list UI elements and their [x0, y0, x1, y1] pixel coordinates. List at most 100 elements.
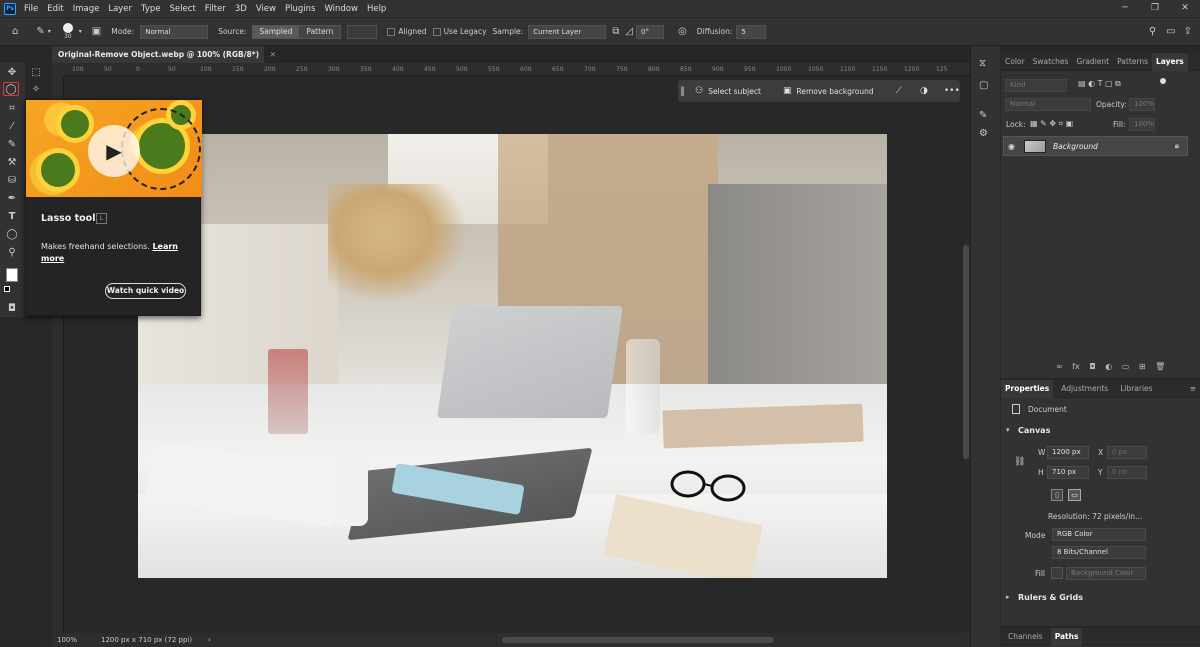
foreground-color-swatch[interactable] — [6, 268, 18, 282]
rulers-chevron-icon[interactable]: ▸ — [1006, 593, 1010, 601]
ignore-adjustment-icon[interactable]: ⧉ — [612, 26, 619, 37]
link-layers-icon[interactable]: ∞ — [1056, 362, 1063, 371]
zoom-tool-icon[interactable]: ⚲ — [4, 246, 20, 260]
tab-gradient[interactable]: Gradient — [1072, 53, 1113, 71]
brush-tool-icon[interactable]: ✎ — [4, 138, 20, 152]
x-input[interactable]: 0 px — [1107, 446, 1147, 459]
move-tool-icon[interactable]: ✥ — [4, 66, 20, 80]
portrait-orientation-icon[interactable]: ▯ — [1051, 489, 1063, 501]
menu-window[interactable]: Window — [324, 4, 358, 14]
layer-background[interactable]: ◉ Background 🔒︎ — [1003, 136, 1188, 156]
opacity-input[interactable]: 100% — [1129, 98, 1155, 111]
home-icon[interactable]: ⌂ — [12, 26, 18, 37]
search-icon[interactable]: ⚲ — [1149, 26, 1156, 37]
fill-select[interactable]: Background Color — [1066, 567, 1146, 580]
pressure-size-icon[interactable]: ◎ — [678, 26, 687, 37]
mode-select[interactable]: Normal — [140, 24, 209, 39]
horizontal-scroll-thumb[interactable] — [502, 637, 774, 643]
comments-icon[interactable]: ▢ — [979, 80, 988, 91]
blend-mode-select[interactable]: Normal — [1005, 98, 1091, 111]
filter-pixel-icon[interactable]: ▤ ◐ T ▢ ⧉ — [1078, 79, 1121, 89]
type-tool-icon[interactable]: T — [4, 210, 20, 224]
angle-icon[interactable]: ◿ — [625, 26, 633, 37]
vertical-scroll-thumb[interactable] — [963, 245, 969, 459]
canvas-section-title[interactable]: Canvas — [1006, 426, 1050, 435]
brush-settings-chevron-icon[interactable]: ▾ — [79, 28, 82, 35]
tab-properties[interactable]: Properties — [1001, 379, 1054, 398]
layer-filter-kind[interactable]: Kind — [1005, 79, 1067, 92]
menu-filter[interactable]: Filter — [205, 4, 226, 14]
default-colors-icon[interactable] — [4, 286, 10, 292]
vertical-scrollbar[interactable] — [962, 77, 970, 633]
new-adjustment-icon[interactable]: ◐ — [1105, 362, 1112, 371]
remove-background-button[interactable]: ▣ Remove background — [783, 86, 874, 96]
menu-image[interactable]: Image — [73, 4, 100, 14]
paint-bucket-icon[interactable]: ⛁ — [4, 174, 20, 188]
tab-libraries[interactable]: Libraries — [1116, 380, 1156, 398]
fill-swatch[interactable] — [1051, 567, 1063, 579]
tab-paths[interactable]: Paths — [1050, 627, 1083, 646]
height-input[interactable]: 710 px — [1047, 466, 1089, 479]
link-dimensions-icon[interactable]: ⛓ — [1014, 457, 1025, 467]
source-sampled[interactable]: Sampled — [252, 25, 300, 38]
new-group-icon[interactable]: ▭ — [1122, 362, 1130, 371]
color-mode-select[interactable]: RGB Color — [1052, 528, 1146, 541]
eyedropper-icon[interactable]: ⁄ — [4, 120, 20, 134]
close-tab-icon[interactable]: ✕ — [270, 46, 276, 63]
clone-stamp-icon[interactable]: ⚒ — [4, 156, 20, 170]
bit-depth-select[interactable]: 8 Bits/Channel — [1052, 546, 1146, 559]
adjustments-icon[interactable]: ⚙ — [979, 128, 988, 139]
lock-icons[interactable]: ▦ ✎ ✥ ⌗ ▣ — [1030, 119, 1073, 129]
menu-type[interactable]: Type — [141, 4, 161, 14]
menu-file[interactable]: File — [24, 4, 38, 14]
tooltip-video-thumbnail[interactable]: ▶ — [26, 100, 202, 197]
chevron-down-icon[interactable]: ▾ — [48, 28, 51, 35]
rulers-grids-title[interactable]: Rulers & Grids — [1006, 593, 1083, 602]
tab-swatches[interactable]: Swatches — [1029, 53, 1073, 71]
brush-panel-icon[interactable]: ▣ — [92, 26, 101, 37]
landscape-orientation-icon[interactable]: ▭ — [1068, 489, 1081, 501]
menu-select[interactable]: Select — [170, 4, 196, 14]
status-chevron-icon[interactable]: › — [208, 636, 211, 644]
drag-handle-icon[interactable]: ▌ — [681, 87, 687, 96]
tab-patterns[interactable]: Patterns — [1113, 53, 1152, 71]
quick-mask-icon[interactable]: ◘ — [4, 302, 20, 316]
width-input[interactable]: 1200 px — [1047, 446, 1089, 459]
minimize-icon[interactable]: ─ — [1110, 0, 1140, 17]
diffusion-select[interactable]: 5 — [736, 24, 767, 39]
canvas-chevron-icon[interactable]: ▾ — [1006, 426, 1010, 434]
share-icon[interactable]: ⇪ — [1184, 26, 1192, 37]
pen-tool-icon[interactable]: ✒ — [4, 192, 20, 206]
play-icon[interactable]: ▶ — [88, 125, 140, 177]
close-window-icon[interactable]: ✕ — [1170, 0, 1200, 17]
mask-icon[interactable]: ◑ — [920, 86, 928, 96]
workspace-icon[interactable]: ▭ — [1166, 26, 1175, 37]
document-image[interactable] — [138, 134, 887, 578]
more-options-icon[interactable]: ••• — [944, 86, 960, 96]
menu-plugins[interactable]: Plugins — [285, 4, 315, 14]
delete-layer-icon[interactable]: 🗑︎ — [1155, 362, 1165, 371]
visibility-eye-icon[interactable]: ◉ — [1008, 142, 1015, 151]
menu-edit[interactable]: Edit — [47, 4, 63, 14]
brush-settings-icon[interactable]: ✎ — [979, 110, 987, 121]
brush-preview-icon[interactable] — [62, 23, 73, 33]
tab-color[interactable]: Color — [1001, 53, 1029, 71]
menu-view[interactable]: View — [256, 4, 276, 14]
angle-input[interactable]: 0° — [636, 24, 665, 39]
fill-input[interactable]: 100% — [1129, 118, 1155, 131]
filter-toggle-icon[interactable] — [1160, 78, 1166, 84]
tab-layers[interactable]: Layers — [1151, 52, 1188, 71]
crop-tool-icon[interactable]: ⌗ — [4, 102, 20, 116]
source-pattern[interactable]: Pattern — [299, 26, 340, 38]
spot-healing-brush-icon[interactable]: ✎ — [36, 26, 44, 37]
history-icon[interactable]: ⧖ — [979, 58, 986, 69]
tab-adjustments[interactable]: Adjustments — [1057, 380, 1112, 398]
menu-layer[interactable]: Layer — [108, 4, 132, 14]
panel-menu-icon[interactable]: ≡ — [1186, 380, 1200, 398]
add-mask-icon[interactable]: ◘ — [1089, 362, 1095, 371]
select-subject-button[interactable]: ⚇ Select subject — [695, 86, 761, 96]
menu-help[interactable]: Help — [367, 4, 386, 14]
aligned-checkbox[interactable] — [387, 27, 396, 36]
restore-icon[interactable]: ❐ — [1140, 0, 1170, 17]
watch-quick-video-button[interactable]: Watch quick video — [105, 283, 186, 299]
